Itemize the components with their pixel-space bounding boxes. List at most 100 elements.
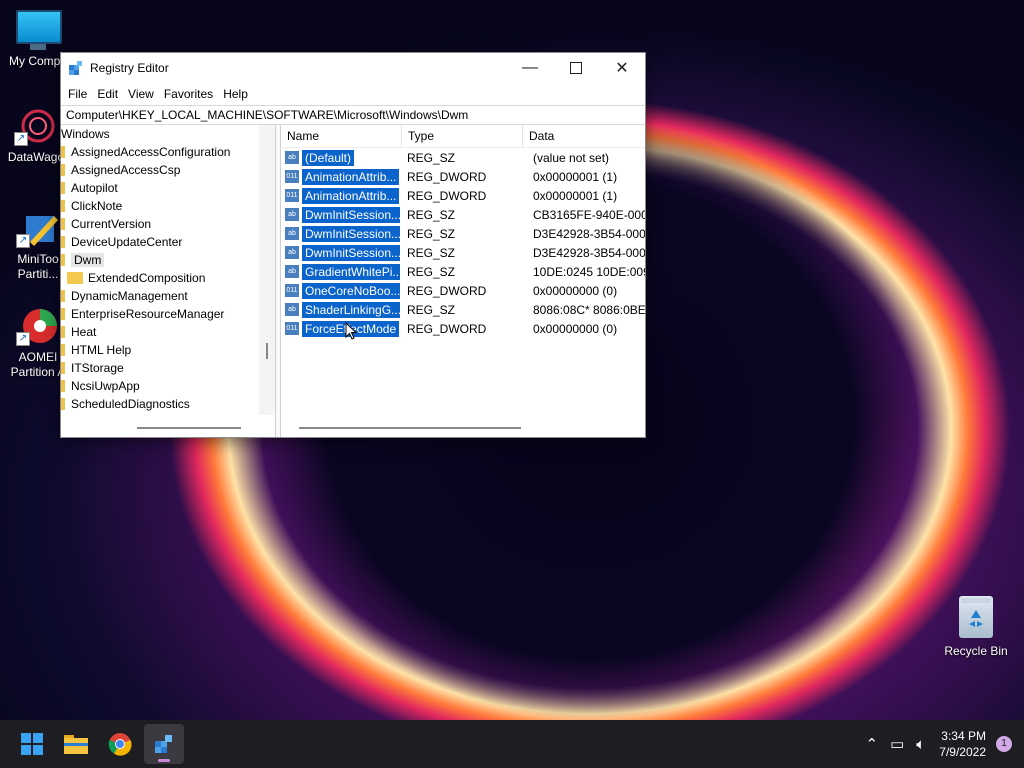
tree-item[interactable]: DeviceUpdateCenter (61, 233, 182, 251)
tree-item[interactable]: HTML Help (61, 341, 131, 359)
notification-badge[interactable]: 1 (996, 736, 1012, 752)
value-type: REG_SZ (407, 207, 456, 222)
value-row[interactable]: 011 AnimationAttrib... REG_DWORD 0x00000001… (281, 186, 645, 205)
value-data: 10DE:0245 10DE:009d (533, 264, 645, 279)
shortcut-arrow-icon: ↗ (14, 132, 28, 146)
volume-icon[interactable]: 🔈︎ (916, 736, 925, 753)
mouse-cursor-icon (345, 322, 357, 340)
list-horizontal-scrollbar[interactable] (281, 419, 645, 437)
tree-item[interactable]: CurrentVersion (61, 215, 151, 233)
folder-icon (61, 362, 65, 374)
file-explorer-button[interactable] (56, 724, 96, 764)
string-value-icon: ab (285, 227, 299, 240)
window-title: Registry Editor (90, 61, 169, 75)
folder-icon (61, 182, 65, 194)
tree-item[interactable]: ITStorage (61, 359, 124, 377)
registry-editor-window: Registry Editor — ✕ File Edit View Favor… (60, 52, 646, 438)
menu-help[interactable]: Help (218, 87, 253, 101)
tree-item-label: NcsiUwpApp (71, 379, 140, 393)
menu-view[interactable]: View (123, 87, 159, 101)
tree-item[interactable]: AssignedAccessConfiguration (61, 143, 230, 161)
column-header-data[interactable]: Data (523, 125, 645, 147)
menu-file[interactable]: File (63, 87, 92, 101)
tree-item-label: Dwm (71, 253, 105, 267)
value-row[interactable]: 011 OneCoreNoBoo... REG_DWORD 0x00000000 (0… (281, 281, 645, 300)
folder-icon (61, 146, 65, 158)
value-name-cell: ab GradientWhitePi... (281, 263, 401, 280)
menu-favorites[interactable]: Favorites (159, 87, 218, 101)
desktop-icon-recycle-bin[interactable]: Recycle Bin (940, 596, 1012, 658)
close-button[interactable]: ✕ (599, 53, 645, 83)
scrollbar-thumb[interactable] (137, 427, 241, 429)
value-row[interactable]: ab DwmInitSession... REG_SZ D3E42928-3B54-0… (281, 243, 645, 262)
tree-vertical-scrollbar[interactable] (259, 125, 275, 415)
registry-editor-taskbar-button[interactable] (144, 724, 184, 764)
shortcut-arrow-icon: ↗ (16, 234, 30, 248)
tree-item[interactable]: ScheduledDiagnostics (61, 395, 190, 413)
menu-edit[interactable]: Edit (92, 87, 123, 101)
tree-item[interactable]: NcsiUwpApp (61, 377, 140, 395)
network-icon[interactable]: ▭ (890, 735, 904, 753)
scrollbar-thumb[interactable] (266, 343, 268, 359)
monitor-icon (16, 10, 62, 50)
tree-item[interactable]: EnterpriseResourceManager (61, 305, 224, 323)
tree-item[interactable]: Heat (61, 323, 96, 341)
value-row[interactable]: ab GradientWhitePi... REG_SZ 10DE:0245 10DE… (281, 262, 645, 281)
string-value-icon: ab (285, 303, 299, 316)
maximize-button[interactable] (553, 53, 599, 83)
tree-item-selected[interactable]: Dwm (61, 251, 105, 269)
tree-item[interactable]: Autopilot (61, 179, 118, 197)
binary-value-icon: 011 (285, 322, 299, 335)
close-icon: ✕ (615, 60, 629, 77)
value-name-cell: ab (Default) (281, 149, 401, 166)
column-header-name[interactable]: Name (281, 125, 402, 147)
tree-item-label: ITStorage (71, 361, 124, 375)
string-value-icon: ab (285, 246, 299, 259)
value-type: REG_SZ (407, 150, 456, 165)
registry-editor-icon (68, 60, 84, 76)
value-type: REG_DWORD (407, 283, 487, 298)
clock[interactable]: 3:34 PM 7/9/2022 (939, 728, 986, 760)
tree-item-parent[interactable]: Windows (61, 125, 110, 143)
tree-item-child[interactable]: ExtendedComposition (67, 269, 205, 287)
value-name: AnimationAttrib... (302, 187, 400, 204)
value-data: (value not set) (533, 150, 610, 165)
value-type: REG_DWORD (407, 169, 487, 184)
value-row[interactable]: ab (Default) REG_SZ (value not set) (281, 148, 645, 167)
value-name: ShaderLinkingG... (302, 301, 400, 318)
tree-item-label: HTML Help (71, 343, 132, 357)
binary-value-icon: 011 (285, 170, 299, 183)
value-row[interactable]: 011ForceEffectMode REG_DWORD 0x00000000 (0… (281, 319, 645, 338)
tree-item[interactable]: ClickNote (61, 197, 122, 215)
registry-editor-icon (155, 735, 172, 753)
taskbar: ⌃ ▭ 🔈︎ 3:34 PM 7/9/2022 1 (0, 720, 1024, 768)
value-row[interactable]: ab DwmInitSession... REG_SZ D3E42928-3B54-0… (281, 224, 645, 243)
tree-item[interactable]: AssignedAccessCsp (61, 161, 180, 179)
chevron-up-icon[interactable]: ⌃ (866, 735, 879, 753)
value-row[interactable]: ab DwmInitSession... REG_SZ CB3165FE-940E-0… (281, 205, 645, 224)
folder-icon (61, 164, 65, 176)
value-data: 8086:08C* 8086:0BE* 8 (533, 302, 645, 317)
shortcut-arrow-icon: ↗ (16, 332, 30, 346)
minimize-button[interactable]: — (507, 53, 553, 83)
value-name: AnimationAttrib... (302, 168, 400, 185)
folder-icon (61, 200, 65, 212)
value-row[interactable]: ab ShaderLinkingG... REG_SZ 8086:08C* 8086:… (281, 300, 645, 319)
chrome-button[interactable] (100, 724, 140, 764)
tree-item[interactable]: DynamicManagement (61, 287, 188, 305)
tree-horizontal-scrollbar[interactable] (61, 419, 275, 437)
title-bar[interactable]: Registry Editor — ✕ (61, 53, 645, 83)
value-row[interactable]: 011 AnimationAttrib... REG_DWORD 0x00000001… (281, 167, 645, 186)
tree-item-label: ExtendedComposition (88, 271, 206, 285)
value-name: OneCoreNoBoo... (302, 282, 400, 299)
start-button[interactable] (12, 724, 52, 764)
tree-item-label: CurrentVersion (71, 217, 152, 231)
value-data: 0x00000000 (0) (533, 283, 618, 298)
address-bar[interactable]: Computer\HKEY_LOCAL_MACHINE\SOFTWARE\Mic… (61, 105, 645, 125)
value-name-cell: 011ForceEffectMode (281, 320, 401, 337)
binary-value-icon: 011 (285, 284, 299, 297)
column-header-type[interactable]: Type (402, 125, 523, 147)
value-name: (Default) (302, 149, 355, 166)
scrollbar-thumb[interactable] (299, 427, 521, 429)
folder-icon (64, 735, 88, 754)
